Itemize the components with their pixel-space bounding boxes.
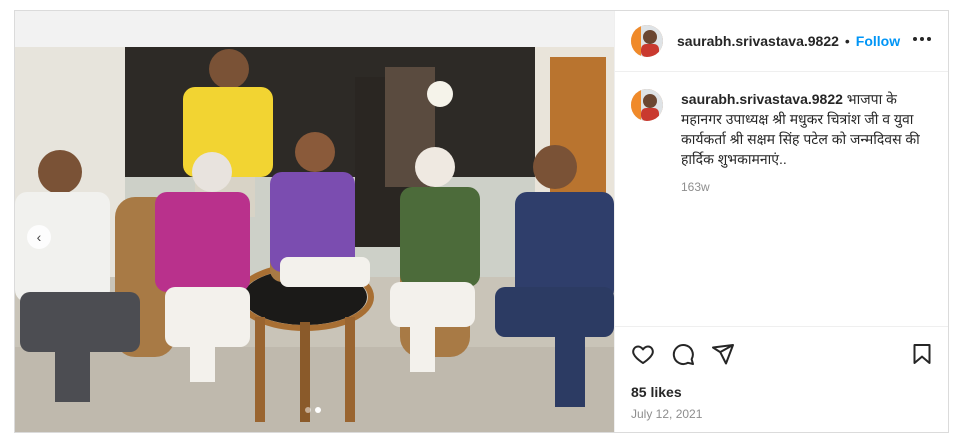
carousel-indicator <box>305 407 321 413</box>
carousel-dot <box>305 407 311 413</box>
chevron-left-icon: ‹ <box>36 229 42 245</box>
post-actions: 85 likes July 12, 2021 <box>615 326 948 432</box>
avatar[interactable] <box>631 25 663 57</box>
post-media[interactable]: ‹ <box>15 11 614 432</box>
post-date[interactable]: July 12, 2021 <box>631 407 702 421</box>
post-header: saurabh.srivastava.9822 • Follow <box>615 11 948 72</box>
post-card: ‹ saurabh.srivastava.9822 • Follow saura… <box>14 10 949 433</box>
follow-button[interactable]: Follow <box>856 33 900 49</box>
more-options-icon[interactable] <box>913 37 931 41</box>
caption-body: saurabh.srivastava.9822 भाजपा के महानगर … <box>681 89 936 197</box>
caption-username[interactable]: saurabh.srivastava.9822 <box>681 91 847 107</box>
likes-count[interactable]: 85 likes <box>631 384 682 400</box>
bookmark-icon[interactable] <box>910 342 934 366</box>
post-photo <box>15 47 614 432</box>
caption: saurabh.srivastava.9822 भाजपा के महानगर … <box>631 89 936 197</box>
paper-plane-icon[interactable] <box>711 342 735 366</box>
header-username[interactable]: saurabh.srivastava.9822 <box>677 33 839 49</box>
caption-age[interactable]: 163w <box>681 177 936 197</box>
post-sidebar: saurabh.srivastava.9822 • Follow saurabh… <box>614 11 948 432</box>
caption-avatar[interactable] <box>631 89 663 121</box>
heart-icon[interactable] <box>631 342 655 366</box>
carousel-dot-active <box>315 407 321 413</box>
comment-icon[interactable] <box>671 342 695 366</box>
header-separator: • <box>844 33 850 49</box>
carousel-prev-button[interactable]: ‹ <box>27 225 51 249</box>
